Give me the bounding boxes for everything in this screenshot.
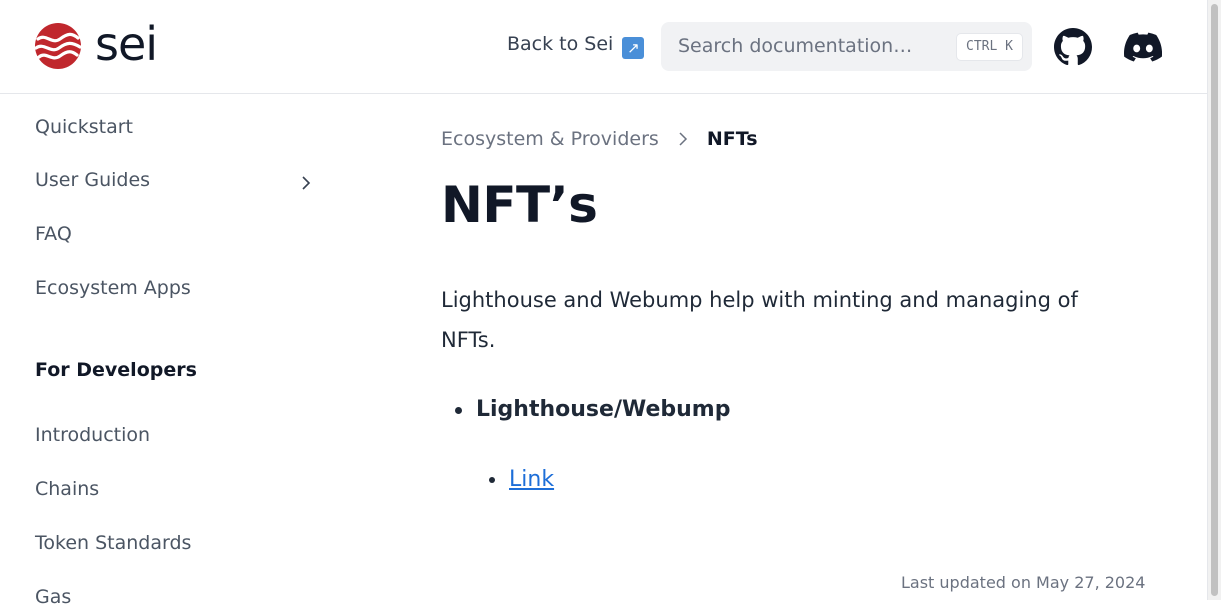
sidebar-item-introduction[interactable]: Introduction: [35, 424, 150, 446]
sei-logo-icon[interactable]: [34, 22, 82, 70]
breadcrumb: Ecosystem & Providers NFTs: [441, 128, 758, 150]
sidebar-item-quickstart[interactable]: Quickstart: [35, 116, 133, 138]
chevron-right-icon[interactable]: [299, 176, 313, 190]
sidebar-item-user-guides[interactable]: User Guides: [35, 169, 150, 191]
brand-name[interactable]: sei: [95, 14, 158, 74]
last-updated: Last updated on May 27, 2024: [901, 573, 1146, 592]
sub-list-item: Link: [489, 467, 554, 492]
bullet-dot: [455, 406, 462, 414]
sidebar-item-token-standards[interactable]: Token Standards: [35, 532, 191, 554]
search-placeholder: Search documentation…: [678, 35, 913, 57]
sidebar-item-chains[interactable]: Chains: [35, 478, 99, 500]
bullet-dot: [489, 477, 495, 483]
sidebar-section-heading: For Developers: [35, 359, 197, 381]
scrollbar-thumb[interactable]: [1211, 4, 1218, 596]
intro-paragraph: Lighthouse and Webump help with minting …: [441, 288, 1078, 352]
sidebar-item-faq[interactable]: FAQ: [35, 223, 72, 245]
chevron-right-icon: [679, 132, 687, 146]
search-shortcut-badge: CTRL K: [956, 33, 1023, 61]
sidebar-item-ecosystem-apps[interactable]: Ecosystem Apps: [35, 277, 191, 299]
top-navigation-bar: sei Back to Sei ↗ Search documentation… …: [0, 0, 1207, 94]
page-title: NFT’s: [441, 176, 598, 234]
discord-icon[interactable]: [1124, 32, 1162, 62]
sidebar-item-gas[interactable]: Gas: [35, 586, 71, 608]
list-item: Lighthouse/Webump: [455, 397, 730, 422]
lighthouse-link[interactable]: Link: [509, 467, 554, 492]
external-arrow-icon: ↗: [622, 37, 645, 59]
back-link-label: Back to Sei: [507, 33, 614, 55]
back-to-sei-link[interactable]: Back to Sei ↗: [507, 33, 645, 59]
scrollbar[interactable]: [1207, 0, 1221, 600]
breadcrumb-current: NFTs: [706, 128, 758, 150]
search-input[interactable]: Search documentation… CTRL K: [661, 22, 1032, 71]
github-icon[interactable]: [1054, 28, 1092, 66]
breadcrumb-parent[interactable]: Ecosystem & Providers: [441, 128, 659, 150]
list-item-label: Lighthouse/Webump: [476, 397, 731, 422]
